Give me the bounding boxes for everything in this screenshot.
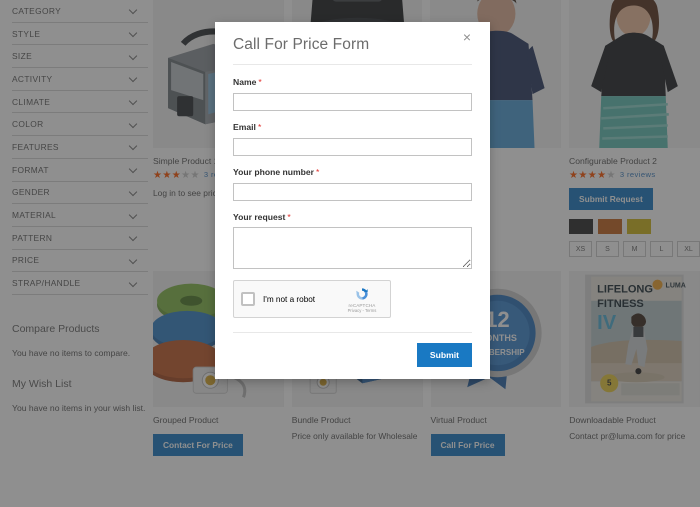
field-label-email: Email * bbox=[233, 122, 472, 132]
recaptcha-icon bbox=[356, 287, 368, 300]
modal-header: Call For Price Form × bbox=[233, 22, 472, 65]
field-name: Name * bbox=[233, 77, 472, 111]
close-icon[interactable]: × bbox=[458, 28, 476, 46]
required-marker: * bbox=[258, 77, 262, 87]
request-textarea[interactable] bbox=[233, 227, 472, 269]
page-root: CATEGORY STYLE SIZE ACTIVITY CLIMATE bbox=[0, 0, 700, 507]
required-marker: * bbox=[257, 122, 262, 132]
modal-title: Call For Price Form bbox=[233, 36, 370, 53]
recaptcha-branding: reCAPTCHA Privacy - Terms bbox=[341, 286, 383, 313]
required-marker: * bbox=[316, 167, 320, 177]
email-input[interactable] bbox=[233, 138, 472, 156]
label-text: Name bbox=[233, 77, 257, 87]
call-for-price-modal: Call For Price Form × Name * Email * Your … bbox=[215, 22, 490, 379]
recaptcha-widget[interactable]: I'm not a robot reCAPTCHA Privacy - Term… bbox=[233, 280, 391, 318]
recaptcha-checkbox[interactable] bbox=[241, 292, 255, 306]
label-text: Your phone number bbox=[233, 167, 315, 177]
modal-body: Name * Email * Your phone number * Your req… bbox=[215, 65, 490, 332]
label-text: Email bbox=[233, 122, 256, 132]
field-label-name: Name * bbox=[233, 77, 472, 87]
name-input[interactable] bbox=[233, 93, 472, 111]
modal-footer: Submit bbox=[233, 332, 472, 379]
field-label-request: Your request * bbox=[233, 212, 472, 222]
phone-input[interactable] bbox=[233, 183, 472, 201]
recaptcha-label: I'm not a robot bbox=[263, 294, 316, 304]
field-phone: Your phone number * bbox=[233, 167, 472, 201]
submit-button[interactable]: Submit bbox=[416, 343, 472, 367]
field-request: Your request * bbox=[233, 212, 472, 269]
required-marker: * bbox=[287, 212, 291, 222]
recaptcha-legal-text[interactable]: Privacy - Terms bbox=[341, 308, 383, 313]
field-label-phone: Your phone number * bbox=[233, 167, 472, 177]
field-email: Email * bbox=[233, 122, 472, 156]
label-text: Your request bbox=[233, 212, 286, 222]
